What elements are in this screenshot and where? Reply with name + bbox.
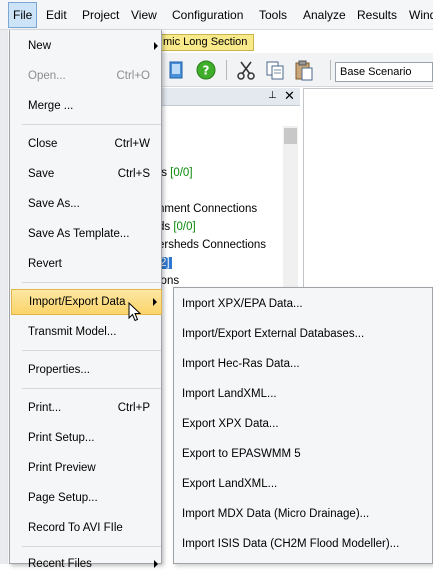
- menu-file[interactable]: File: [8, 2, 38, 28]
- tree-item[interactable]: ts [0/0]: [158, 165, 193, 181]
- menu-project[interactable]: Project: [78, 6, 123, 24]
- menu-item-properties[interactable]: Properties...: [11, 358, 162, 382]
- menu-item-label: Merge ...: [28, 100, 74, 112]
- left-dock-strip: [0, 30, 8, 564]
- tree-item[interactable]: nment Connections: [158, 201, 257, 217]
- menu-separator: [22, 124, 161, 125]
- menu-item-revert[interactable]: Revert: [11, 252, 162, 276]
- menu-bar: File Edit Project View Configuration Too…: [0, 0, 433, 30]
- paste-icon[interactable]: [293, 59, 315, 81]
- mouse-cursor-icon: [128, 302, 142, 322]
- menu-results[interactable]: Results: [353, 6, 401, 24]
- tree-item-label: nment Connections: [158, 203, 258, 215]
- submenu-item-export-epaswmm[interactable]: Export to EPASWMM 5: [175, 439, 432, 469]
- submenu-item-import-xpx-epa[interactable]: Import XPX/EPA Data...: [175, 289, 432, 319]
- menu-item-print-preview[interactable]: Print Preview: [11, 456, 162, 480]
- tree-item-label: ersheds Connections: [158, 239, 267, 251]
- menu-item-new[interactable]: New: [11, 34, 162, 58]
- menu-item-print[interactable]: Print... Ctrl+P: [11, 396, 162, 420]
- menu-item-shortcut: Ctrl+O: [116, 70, 150, 82]
- menu-item-shortcut: Ctrl+S: [117, 168, 150, 180]
- menu-item-label: Print...: [28, 402, 62, 414]
- menu-item-save[interactable]: Save Ctrl+S: [11, 162, 162, 186]
- tree-item-count: [0/0]: [170, 167, 193, 179]
- menu-separator: [22, 388, 161, 389]
- menu-item-label: Close: [28, 138, 58, 150]
- menu-item-label: Print Preview: [28, 462, 96, 474]
- menu-separator: [22, 350, 161, 351]
- menu-item-label: Page Setup...: [28, 492, 98, 504]
- menu-item-label: Save: [28, 168, 55, 180]
- copy-icon[interactable]: [264, 59, 286, 81]
- menu-item-shortcut: Ctrl+P: [117, 402, 150, 414]
- menu-item-close[interactable]: Close Ctrl+W: [11, 132, 162, 156]
- toolbar-separator: [330, 60, 331, 80]
- menu-item-transmit-model[interactable]: Transmit Model...: [11, 320, 162, 344]
- menu-item-save-as-template[interactable]: Save As Template...: [11, 222, 162, 246]
- menu-window[interactable]: Wind: [405, 6, 433, 24]
- submenu-item-import-landxml[interactable]: Import LandXML...: [175, 379, 432, 409]
- menu-item-merge[interactable]: Merge ...: [11, 94, 162, 118]
- menu-item-recent-files[interactable]: Recent Files: [11, 552, 162, 576]
- menu-configuration[interactable]: Configuration: [168, 6, 247, 24]
- cut-icon[interactable]: [235, 59, 257, 81]
- submenu-arrow-icon: [154, 42, 158, 50]
- menu-item-label: Save As Template...: [28, 228, 130, 240]
- submenu-item-export-xpx[interactable]: Export XPX Data...: [175, 409, 432, 439]
- panel-header: ⊥ ✕: [160, 88, 300, 106]
- toolbar-separator: [226, 60, 227, 80]
- menu-edit[interactable]: Edit: [42, 6, 71, 24]
- menu-item-shortcut: Ctrl+W: [114, 138, 150, 150]
- tree-item[interactable]: ds [0/0]: [158, 219, 196, 235]
- menu-item-label: Save As...: [28, 198, 80, 210]
- menu-analyze[interactable]: Analyze: [299, 6, 350, 24]
- menu-item-label: Transmit Model...: [28, 326, 117, 338]
- page-icon[interactable]: [165, 59, 187, 81]
- menu-tools[interactable]: Tools: [255, 6, 291, 24]
- close-icon[interactable]: ✕: [284, 88, 295, 104]
- menu-item-label: Recent Files: [28, 558, 92, 570]
- submenu-item-import-hec-ras[interactable]: Import Hec-Ras Data...: [175, 349, 432, 379]
- menu-item-page-setup[interactable]: Page Setup...: [11, 486, 162, 510]
- menu-item-label: Record To AVI FIle: [28, 522, 123, 534]
- help-icon[interactable]: ?: [195, 59, 217, 81]
- svg-text:?: ?: [203, 64, 210, 78]
- submenu-arrow-icon: [154, 560, 158, 568]
- menu-separator: [22, 546, 161, 547]
- menu-item-save-as[interactable]: Save As...: [11, 192, 162, 216]
- menu-view[interactable]: View: [127, 6, 161, 24]
- import-export-submenu: Import XPX/EPA Data... Import/Export Ext…: [173, 287, 433, 564]
- scrollbar-thumb[interactable]: [284, 128, 297, 144]
- submenu-item-import-isis[interactable]: Import ISIS Data (CH2M Flood Modeller)..…: [175, 529, 432, 559]
- document-tab[interactable]: mic Long Section: [160, 34, 254, 51]
- menu-item-label: Revert: [28, 258, 62, 270]
- submenu-item-import-mdx[interactable]: Import MDX Data (Micro Drainage)...: [175, 499, 432, 529]
- menu-separator: [22, 282, 161, 283]
- tree-item-count: [0/0]: [173, 221, 196, 233]
- submenu-arrow-icon: [153, 298, 157, 306]
- submenu-item-export-landxml[interactable]: Export LandXML...: [175, 469, 432, 499]
- menu-item-label: Print Setup...: [28, 432, 95, 444]
- pin-icon[interactable]: ⊥: [268, 90, 277, 101]
- menu-item-label: Open...: [28, 70, 66, 82]
- submenu-item-external-databases[interactable]: Import/Export External Databases...: [175, 319, 432, 349]
- menu-item-label: Properties...: [28, 364, 90, 376]
- menu-item-label: New: [28, 40, 52, 52]
- tree-item[interactable]: ersheds Connections: [158, 237, 266, 253]
- file-menu: New Open... Ctrl+O Merge ... Close Ctrl+…: [9, 30, 162, 570]
- menu-item-print-setup[interactable]: Print Setup...: [11, 426, 162, 450]
- menu-item-open[interactable]: Open... Ctrl+O: [11, 64, 162, 88]
- scenario-select[interactable]: Base Scenario: [335, 62, 433, 82]
- menu-item-record-avi[interactable]: Record To AVI FIle: [11, 516, 162, 540]
- menu-item-label: Import/Export Data: [29, 296, 126, 308]
